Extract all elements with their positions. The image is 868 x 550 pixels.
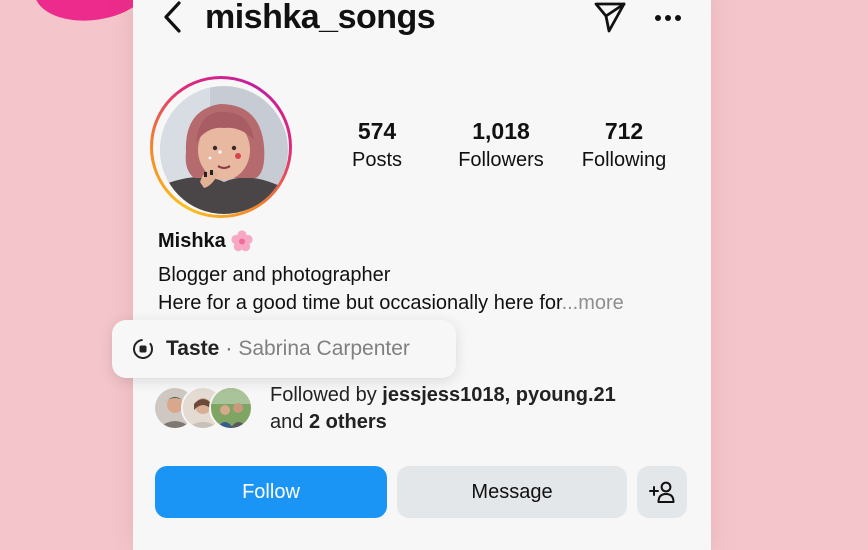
taste-label: Taste [166, 337, 220, 360]
cherry-blossom-icon [230, 229, 254, 253]
posts-count: 574 [357, 118, 397, 144]
profile-screen: mishka_songs 574 Posts 1,018 Followers 7… [133, 0, 711, 550]
bio-line-2-text: Here for a good time but occasionally he… [158, 292, 562, 314]
mutual-followers-text[interactable]: Followed by jessjess1018, pyoung.21 and … [270, 382, 690, 436]
followers-label: Followers [458, 149, 544, 171]
following-stat[interactable]: 712 Following [571, 118, 677, 175]
follow-button[interactable]: Follow [155, 466, 387, 518]
send-message-icon[interactable] [593, 0, 627, 34]
profile-avatar [160, 86, 288, 214]
followed-by-others: 2 others [308, 411, 387, 433]
followed-by-and: and [270, 411, 309, 433]
followed-by-users: jessjess1018, pyoung.21 [382, 384, 616, 406]
display-name: Mishka [158, 229, 226, 252]
following-count: 712 [604, 118, 644, 144]
add-user-icon [649, 481, 675, 503]
more-options-icon[interactable] [653, 10, 683, 21]
posts-label: Posts [351, 149, 403, 171]
followers-stat[interactable]: 1,018 Followers [443, 118, 559, 175]
back-chevron-icon[interactable] [161, 0, 185, 34]
profile-username: mishka_songs [205, 0, 436, 36]
followers-count: 1,018 [472, 118, 530, 144]
display-name-row: Mishka [158, 228, 254, 254]
taste-note-text: Taste · Sabrina Carpenter [166, 336, 410, 362]
bio-line-1: Blogger and photographer [158, 264, 391, 286]
posts-stat[interactable]: 574 Posts [331, 118, 423, 175]
message-button[interactable]: Message [397, 466, 627, 518]
following-label: Following [581, 149, 667, 171]
profile-header: mishka_songs [133, 0, 711, 52]
profile-stats: 574 Posts 1,018 Followers 712 Following [323, 118, 693, 178]
story-ring[interactable] [150, 76, 292, 218]
bio-more-link[interactable]: ...more [562, 292, 624, 314]
suggested-users-button[interactable] [637, 466, 687, 518]
taste-note-card[interactable]: Taste · Sabrina Carpenter [112, 320, 456, 378]
bio-line-2: Here for a good time but occasionally he… [158, 290, 624, 316]
mutual-follower-avatar [209, 386, 253, 430]
taste-artist: Sabrina Carpenter [238, 337, 410, 360]
taste-separator: · [225, 337, 233, 360]
followed-by-prefix: Followed by [270, 384, 383, 406]
music-note-record-icon [132, 338, 154, 360]
mutual-followers-avatars[interactable] [153, 386, 263, 430]
